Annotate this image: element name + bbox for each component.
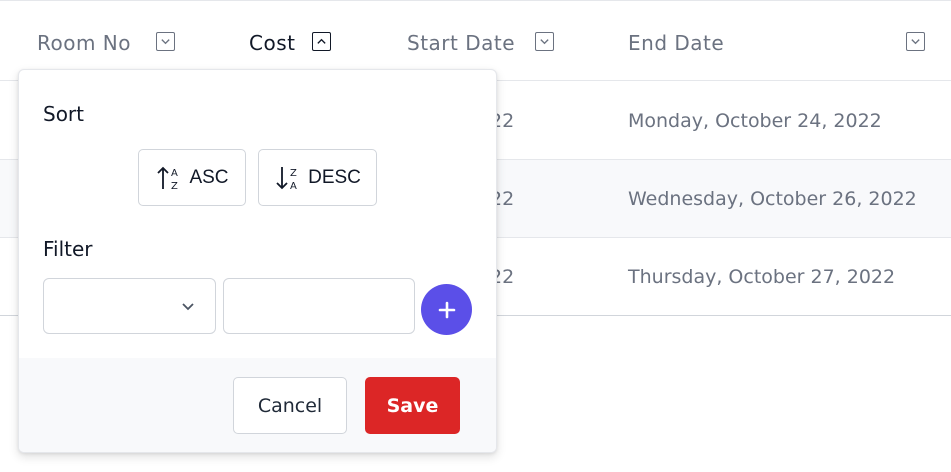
chevron-up-icon — [317, 38, 326, 44]
column-header-end-date[interactable]: End Date — [628, 31, 724, 55]
save-button[interactable]: Save — [365, 377, 460, 434]
sort-filter-popover: Sort A Z ASC Z A DESC Filter Cancel Save — [18, 69, 497, 453]
sort-desc-icon: Z A — [274, 163, 304, 193]
end-date-cell: Wednesday, October 26, 2022 — [628, 188, 917, 210]
room-no-sort-button[interactable] — [156, 32, 175, 51]
chevron-down-icon — [540, 39, 549, 45]
start-date-sort-button[interactable] — [535, 32, 554, 51]
chevron-down-icon — [161, 39, 170, 45]
filter-operator-select[interactable] — [43, 278, 216, 334]
sort-asc-icon: A Z — [155, 163, 185, 193]
column-header-cost[interactable]: Cost — [249, 31, 295, 55]
end-date-cell: Thursday, October 27, 2022 — [628, 266, 896, 288]
add-filter-button[interactable] — [421, 284, 472, 335]
cancel-button[interactable]: Cancel — [233, 377, 347, 434]
svg-text:Z: Z — [290, 168, 297, 179]
end-date-cell: Monday, October 24, 2022 — [628, 110, 882, 132]
filter-value-input[interactable] — [223, 278, 415, 334]
cost-sort-button[interactable] — [312, 32, 331, 51]
sort-asc-label: ASC — [189, 166, 229, 188]
sort-asc-button[interactable]: A Z ASC — [138, 149, 246, 206]
plus-icon — [438, 301, 455, 318]
sort-desc-button[interactable]: Z A DESC — [258, 149, 377, 206]
column-header-start-date[interactable]: Start Date — [407, 31, 515, 55]
popover-footer: Cancel Save — [19, 358, 496, 452]
svg-text:A: A — [290, 181, 297, 192]
chevron-down-icon — [182, 303, 194, 311]
sort-section-title: Sort — [43, 102, 84, 126]
svg-text:A: A — [171, 168, 178, 179]
filter-section-title: Filter — [43, 237, 93, 261]
column-header-room-no[interactable]: Room No — [37, 31, 131, 55]
chevron-down-icon — [911, 39, 920, 45]
page: Room No Cost Start Date End Date 22 Mond… — [0, 0, 951, 472]
end-date-sort-button[interactable] — [906, 32, 925, 51]
svg-text:Z: Z — [171, 181, 178, 192]
sort-desc-label: DESC — [308, 166, 361, 188]
